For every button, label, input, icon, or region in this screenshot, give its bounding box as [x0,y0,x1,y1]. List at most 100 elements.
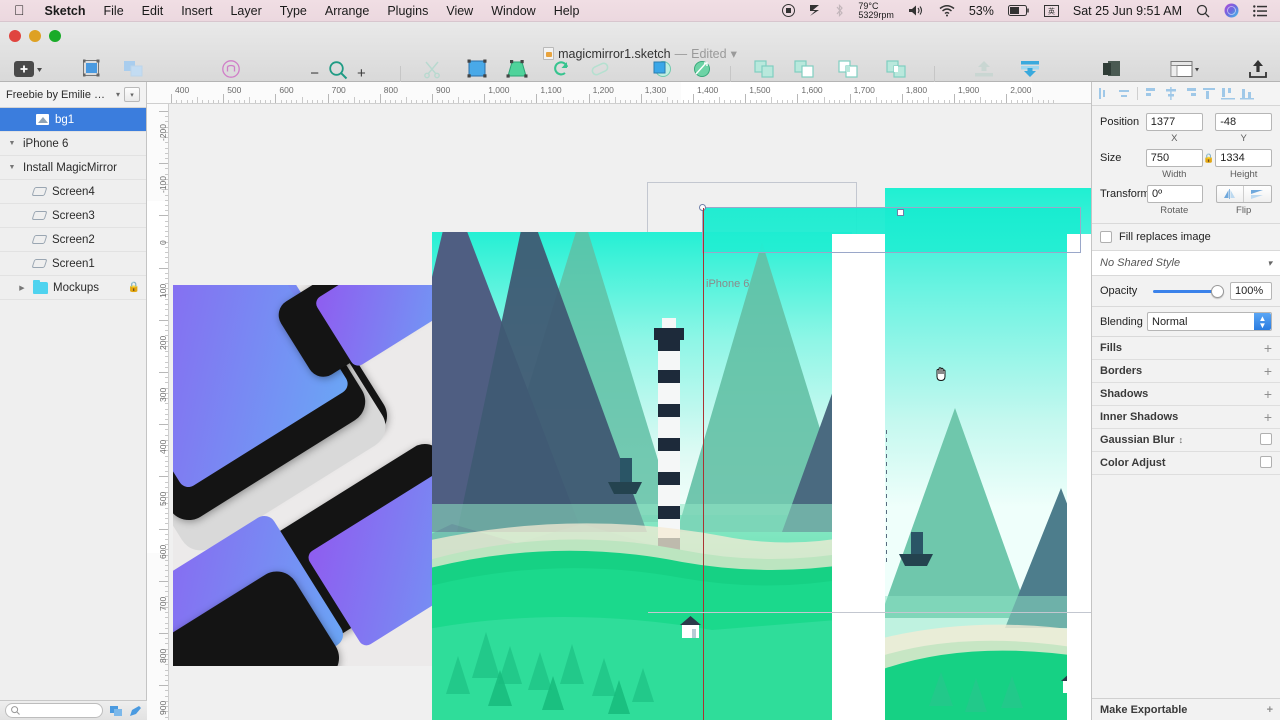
make-exportable-row[interactable]: Make Exportable + [1092,698,1280,720]
section-shadows[interactable]: Shadows + [1092,383,1280,406]
position-x-input[interactable]: 1377 [1146,113,1203,131]
siri-icon[interactable] [1217,3,1246,18]
add-inner-shadow-button[interactable]: + [1264,409,1272,425]
align-top-icon[interactable] [1181,86,1198,102]
disclosure-triangle[interactable]: ▼ [6,140,18,147]
volume-icon[interactable] [901,4,932,17]
layer-row-install-magicmirror[interactable]: ▼ Install MagicMirror [0,156,146,180]
ruler-minor-tick [824,97,825,103]
add-shadow-button[interactable]: + [1264,386,1272,402]
menu-item-help[interactable]: Help [545,4,589,18]
section-fills[interactable]: Fills + [1092,337,1280,360]
ruler-minor-tick [338,100,339,104]
position-y-input[interactable]: -48 [1215,113,1272,131]
flip-vertical-icon[interactable] [1243,186,1271,202]
page-selector[interactable]: Freebie by Emilie Ba... ▾ ▾ [0,82,146,108]
artboard-label[interactable]: iPhone 6 [706,278,749,290]
filter-layers-icon[interactable] [109,705,123,717]
menu-item-arrange[interactable]: Arrange [316,4,378,18]
ruler-minor-tick [165,471,169,472]
layer-row-screen2[interactable]: Screen2 [0,228,146,252]
size-height-input[interactable]: 1334 [1215,149,1272,167]
chevron-updown-icon[interactable]: ▲▼ [1254,313,1271,330]
menu-item-view[interactable]: View [437,4,482,18]
distribute-h-icon[interactable] [1162,86,1179,102]
close-button[interactable] [9,30,21,42]
vertical-ruler[interactable]: -200-1000100200300400500600700800900 [147,104,169,720]
design-canvas[interactable]: iPhone 6 [169,104,1091,720]
menu-item-type[interactable]: Type [271,4,316,18]
disclosure-triangle[interactable]: ▼ [6,164,18,171]
zoom-button[interactable] [49,30,61,42]
align-left-icon[interactable] [1096,86,1113,102]
align-right-icon[interactable] [1143,86,1160,102]
size-width-input[interactable]: 750 [1146,149,1203,167]
opacity-input[interactable]: 100% [1230,282,1272,300]
fill-replaces-image-row[interactable]: Fill replaces image [1092,224,1280,251]
section-borders[interactable]: Borders + [1092,360,1280,383]
input-source-icon[interactable]: 英 [1037,5,1066,17]
layer-row-mockups[interactable]: ▶ Mockups 🔒 [0,276,146,300]
app-toolbar: magicmirror1.sketch — Edited ▾ Insert Gr… [0,22,1280,82]
spotlight-search-icon[interactable] [1189,4,1217,18]
section-inner-shadows[interactable]: Inner Shadows + [1092,406,1280,429]
blending-select[interactable]: Normal ▲▼ [1147,312,1272,331]
lock-icon[interactable]: 🔒 [128,282,140,293]
horizontal-ruler[interactable]: 4005006007008009001,0001,1001,2001,3001,… [147,82,1091,104]
pen-tool-icon[interactable] [129,705,142,717]
gaussian-blur-checkbox[interactable] [1260,433,1272,448]
menu-item-window[interactable]: Window [482,4,544,18]
lock-proportions-icon[interactable]: 🔒 [1203,153,1216,164]
menu-item-plugins[interactable]: Plugins [378,4,437,18]
align-bottom-icon[interactable] [1219,86,1236,102]
add-export-button[interactable]: + [1267,704,1273,716]
layer-row-iphone6[interactable]: ▼ iPhone 6 [0,132,146,156]
flux-icon[interactable] [802,4,828,17]
stepper-icon[interactable]: ▾ [1267,259,1272,267]
distribute-v-icon[interactable] [1238,86,1255,102]
bluetooth-icon[interactable] [828,4,851,17]
zoom-out-button[interactable]: − [310,65,319,82]
rotate-input[interactable]: 0º [1147,185,1203,203]
menu-item-layer[interactable]: Layer [221,4,270,18]
section-color-adjust[interactable]: Color Adjust [1092,452,1280,475]
chevron-down-icon[interactable]: ▾ [116,90,120,99]
menu-item-edit[interactable]: Edit [133,4,173,18]
opacity-slider[interactable] [1153,284,1224,298]
battery-icon[interactable] [1001,5,1037,16]
layer-row-screen4[interactable]: Screen4 [0,180,146,204]
page-options-icon[interactable]: ▾ [124,87,140,102]
notification-center-icon[interactable] [1246,5,1274,17]
color-adjust-checkbox[interactable] [1260,456,1272,471]
blur-type-stepper-icon[interactable]: ↕ [1179,436,1184,444]
layer-row-screen3[interactable]: Screen3 [0,204,146,228]
layer-search-input[interactable] [5,703,103,718]
ruler-minor-tick [208,100,209,104]
record-icon[interactable] [775,4,802,17]
ruler-minor-tick [667,97,668,103]
add-fill-button[interactable]: + [1264,340,1272,356]
fill-replaces-image-checkbox[interactable] [1100,231,1112,243]
minimize-button[interactable] [29,30,41,42]
shared-style-select[interactable]: No Shared Style ▾ [1092,251,1280,276]
section-gaussian-blur[interactable]: Gaussian Blur ↕ [1092,429,1280,452]
ruler-minor-tick [165,429,169,430]
flip-horizontal-icon[interactable] [1217,186,1244,202]
menu-item-file[interactable]: File [95,4,133,18]
ruler-minor-tick [761,100,762,104]
artboard-mockups[interactable] [173,285,445,666]
align-middle-v-icon[interactable] [1200,86,1217,102]
menu-item-insert[interactable]: Insert [172,4,221,18]
wifi-icon[interactable] [932,4,962,17]
scale-icon [691,58,713,80]
zoom-in-button[interactable]: + [357,65,366,82]
add-border-button[interactable]: + [1264,363,1272,379]
apple-icon[interactable]:  [6,3,36,19]
layer-row-screen1[interactable]: Screen1 [0,252,146,276]
align-center-h-icon[interactable] [1115,86,1132,102]
menubar-datetime[interactable]: Sat 25 Jun 9:51 AM [1066,4,1189,18]
menu-item-sketch[interactable]: Sketch [36,4,95,18]
disclosure-triangle[interactable]: ▶ [16,284,28,292]
layer-row-bg1[interactable]: bg1 [0,108,146,132]
selection-handle-top[interactable] [897,209,904,216]
